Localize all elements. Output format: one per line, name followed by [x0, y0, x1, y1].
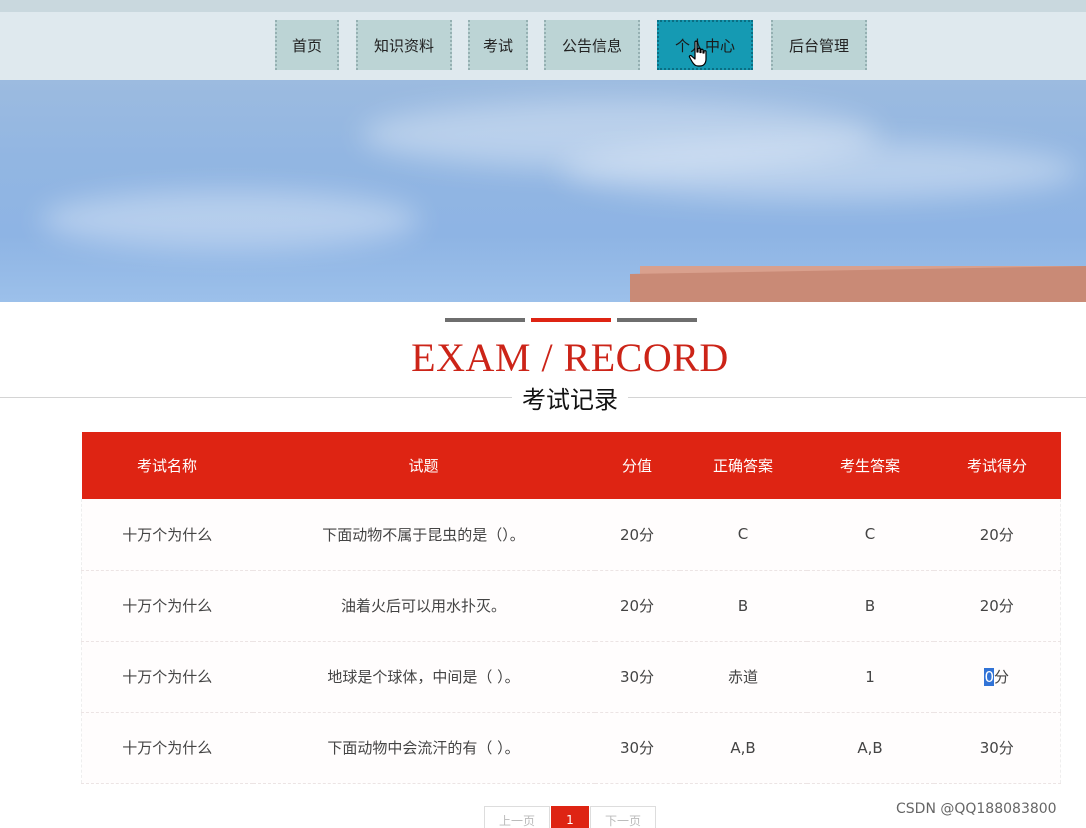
header-exam-name: 考试名称: [81, 432, 253, 499]
prev-page-button[interactable]: 上一页: [484, 806, 550, 828]
cell-student-answer: C: [806, 499, 934, 571]
section-title-en: EXAM / RECORD: [411, 335, 729, 380]
nav-item-knowledge[interactable]: 知识资料: [356, 20, 452, 70]
cell-points: 30分: [594, 641, 680, 713]
cell-exam-name: 十万个为什么: [81, 570, 253, 642]
cell-question: 地球是个球体，中间是（ ）。: [252, 641, 595, 713]
banner-image: [0, 80, 1086, 302]
header-student-answer: 考生答案: [806, 432, 934, 499]
watermark: CSDN @QQ188083800: [896, 801, 1057, 817]
cell-question: 下面动物中会流汗的有（ ）。: [252, 712, 595, 784]
next-page-button[interactable]: 下一页: [590, 806, 656, 828]
hand-cursor-icon: [688, 40, 707, 67]
table-header-row: 考试名称 试题 分值 正确答案 考生答案 考试得分: [81, 432, 1061, 499]
cell-points: 20分: [594, 570, 680, 642]
table-row: 十万个为什么 地球是个球体，中间是（ ）。 30分 赤道 1 0分: [81, 641, 1061, 713]
cell-correct-answer: A,B: [679, 712, 807, 784]
cell-score: 20分: [933, 499, 1061, 571]
cell-points: 30分: [594, 712, 680, 784]
section-title-cn: 考试记录: [512, 380, 628, 415]
cell-student-answer: B: [806, 570, 934, 642]
cell-student-answer: A,B: [806, 712, 934, 784]
cell-score: 0分: [933, 641, 1061, 713]
decorative-bar-center: [531, 318, 611, 322]
decorative-bar-left: [445, 318, 525, 322]
score-unit: 分: [994, 668, 1010, 686]
nav-item-admin[interactable]: 后台管理: [771, 20, 867, 70]
exam-record-table: 考试名称 试题 分值 正确答案 考生答案 考试得分 十万个为什么 下面动物不属于…: [81, 432, 1061, 784]
selected-score-text: 0: [984, 668, 995, 686]
cell-exam-name: 十万个为什么: [81, 499, 253, 571]
table-row: 十万个为什么 油着火后可以用水扑灭。 20分 B B 20分: [81, 570, 1061, 642]
table-row: 十万个为什么 下面动物中会流汗的有（ ）。 30分 A,B A,B 30分: [81, 712, 1061, 784]
cell-correct-answer: C: [679, 499, 807, 571]
nav-item-announcements[interactable]: 公告信息: [544, 20, 640, 70]
cell-student-answer: 1: [806, 641, 934, 713]
cell-score: 20分: [933, 570, 1061, 642]
nav-item-exam[interactable]: 考试: [468, 20, 528, 70]
nav-item-home[interactable]: 首页: [275, 20, 339, 70]
cell-correct-answer: 赤道: [679, 641, 807, 713]
header-score: 考试得分: [933, 432, 1061, 499]
table-row: 十万个为什么 下面动物不属于昆虫的是（）。 20分 C C 20分: [81, 499, 1061, 571]
decorative-bar-right: [617, 318, 697, 322]
cell-exam-name: 十万个为什么: [81, 712, 253, 784]
header-points: 分值: [594, 432, 680, 499]
cell-question: 油着火后可以用水扑灭。: [252, 570, 595, 642]
cell-question: 下面动物不属于昆虫的是（）。: [252, 499, 595, 571]
cell-points: 20分: [594, 499, 680, 571]
top-nav: 首页 知识资料 考试 公告信息 个人中心 后台管理: [0, 0, 1086, 80]
cell-exam-name: 十万个为什么: [81, 641, 253, 713]
header-question: 试题: [252, 432, 595, 499]
header-correct-answer: 正确答案: [679, 432, 807, 499]
cell-score: 30分: [933, 712, 1061, 784]
page-1-button[interactable]: 1: [551, 806, 589, 828]
cell-correct-answer: B: [679, 570, 807, 642]
